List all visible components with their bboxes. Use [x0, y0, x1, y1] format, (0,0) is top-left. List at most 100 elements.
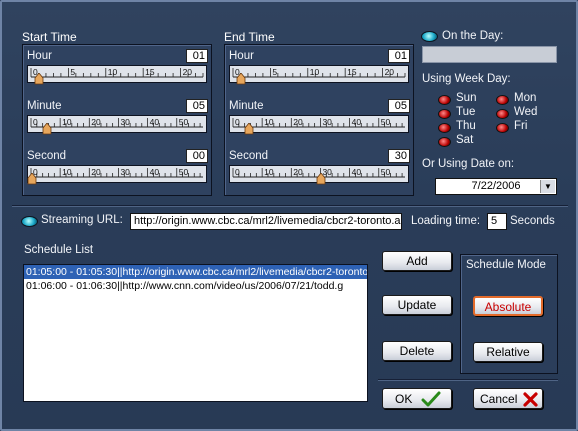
- date-label: Or Using Date on:: [422, 158, 515, 170]
- end-hour-slider[interactable]: 0 5 10 15 20: [229, 65, 409, 85]
- thu-label: Thu: [456, 120, 476, 132]
- fri-checkbox[interactable]: [496, 123, 509, 133]
- slider-tick-label: 40: [352, 167, 362, 177]
- slider-tick-label: 40: [150, 117, 160, 127]
- on-the-day-radio[interactable]: [421, 31, 438, 42]
- slider-tick-label: 5: [272, 67, 277, 77]
- start-second-value[interactable]: 00: [186, 149, 208, 163]
- start-hour-value[interactable]: 01: [186, 49, 208, 63]
- slider-tick-label: 30: [120, 117, 130, 127]
- start-minute-thumb[interactable]: [42, 123, 52, 135]
- sun-label: Sun: [456, 92, 477, 104]
- wed-checkbox[interactable]: [496, 109, 509, 119]
- update-button[interactable]: Update: [382, 295, 452, 315]
- slider-tick-label: 20: [183, 67, 193, 77]
- slider-tick-label: 40: [352, 117, 362, 127]
- end-minute-scale: 0 10 20 30 40 50: [232, 117, 405, 128]
- loading-time-input[interactable]: 5: [487, 213, 507, 230]
- ok-button[interactable]: OK: [382, 388, 452, 409]
- schedule-mode-title: Schedule Mode: [466, 259, 546, 271]
- slider-tick-label: 10: [62, 167, 72, 177]
- end-hour-value[interactable]: 01: [388, 49, 410, 63]
- sat-checkbox[interactable]: [438, 137, 451, 147]
- slider-tick-label: 50: [381, 117, 391, 127]
- schedule-list[interactable]: 01:05:00 - 01:05:30||http://origin.www.c…: [23, 264, 368, 402]
- slider-tick-label: 40: [150, 167, 160, 177]
- tue-label: Tue: [456, 106, 476, 118]
- chevron-down-icon[interactable]: ▼: [540, 180, 555, 193]
- slider-tick-label: 50: [381, 167, 391, 177]
- start-minute-value[interactable]: 05: [186, 99, 208, 113]
- add-button[interactable]: Add: [382, 251, 452, 271]
- date-picker[interactable]: 7/22/2006 ▼: [435, 178, 557, 195]
- end-minute-value[interactable]: 05: [388, 99, 410, 113]
- slider-tick-label: 15: [347, 67, 357, 77]
- cancel-label: Cancel: [480, 392, 518, 406]
- start-hour-slider[interactable]: 0 5 10 15 20: [27, 65, 207, 85]
- start-second-thumb[interactable]: [27, 173, 37, 185]
- week-day-label: Using Week Day:: [422, 73, 511, 85]
- start-second-slider[interactable]: 0 10 20 30 40 50: [27, 165, 207, 185]
- slider-tick-label: 10: [264, 117, 274, 127]
- tue-checkbox[interactable]: [438, 109, 451, 119]
- slider-tick-label: 10: [310, 67, 320, 77]
- end-second-slider[interactable]: 0 10 20 30 40 50: [229, 165, 409, 185]
- list-item[interactable]: 01:05:00 - 01:05:30||http://origin.www.c…: [24, 265, 367, 279]
- mon-label: Mon: [514, 92, 537, 104]
- start-minute-scale: 0 10 20 30 40 50: [30, 117, 203, 128]
- end-minute-label: Minute: [229, 100, 264, 112]
- end-minute-slider[interactable]: 0 10 20 30 40 50: [229, 115, 409, 135]
- loading-time-label: Loading time:: [411, 215, 481, 227]
- list-item[interactable]: 01:06:00 - 01:06:30||http://www.cnn.com/…: [24, 279, 367, 293]
- end-hour-thumb[interactable]: [236, 73, 246, 85]
- slider-tick-label: 20: [385, 67, 395, 77]
- slider-tick-label: 50: [179, 167, 189, 177]
- fri-label: Fri: [514, 120, 528, 132]
- start-hour-scale: 0 5 10 15 20: [30, 67, 204, 78]
- start-hour-label: Hour: [27, 50, 52, 62]
- slider-tick-label: 10: [264, 167, 274, 177]
- slider-tick-label: 50: [179, 117, 189, 127]
- start-second-scale: 0 10 20 30 40 50: [30, 167, 203, 178]
- slider-tick-label: 20: [91, 117, 101, 127]
- start-minute-slider[interactable]: 0 10 20 30 40 50: [27, 115, 207, 135]
- delete-button[interactable]: Delete: [382, 341, 452, 361]
- slider-tick-label: 15: [145, 67, 155, 77]
- end-hour-label: Hour: [229, 50, 254, 62]
- start-minute-label: Minute: [27, 100, 62, 112]
- on-the-day-field[interactable]: [422, 46, 557, 63]
- slider-tick-label: 30: [322, 117, 332, 127]
- slider-tick-label: 10: [108, 67, 118, 77]
- absolute-mode-button[interactable]: Absolute: [473, 296, 543, 316]
- slider-tick-label: 20: [293, 117, 303, 127]
- slider-tick-label: 0: [235, 167, 240, 177]
- checkmark-icon: [421, 391, 441, 407]
- thu-checkbox[interactable]: [438, 123, 451, 133]
- on-the-day-label: On the Day:: [442, 30, 504, 42]
- divider: [12, 205, 568, 207]
- start-second-label: Second: [27, 150, 67, 162]
- slider-tick-label: 0: [235, 117, 240, 127]
- slider-tick-label: 0: [33, 117, 38, 127]
- sun-checkbox[interactable]: [438, 95, 451, 105]
- date-value: 7/22/2006: [471, 180, 521, 192]
- streaming-radio[interactable]: [21, 216, 38, 227]
- start-hour-thumb[interactable]: [34, 73, 44, 85]
- end-second-value[interactable]: 30: [388, 149, 410, 163]
- schedule-dialog: Start Time Hour 01 0 5 10 15 20 Minute 05 01…: [0, 0, 578, 431]
- relative-mode-button[interactable]: Relative: [473, 342, 543, 362]
- mon-checkbox[interactable]: [496, 95, 509, 105]
- end-minute-thumb[interactable]: [244, 123, 254, 135]
- end-second-thumb[interactable]: [316, 173, 326, 185]
- wed-label: Wed: [514, 106, 538, 118]
- slider-tick-label: 30: [120, 167, 130, 177]
- streaming-url-input[interactable]: http://origin.www.cbc.ca/mrl2/livemedia/…: [130, 213, 402, 230]
- close-icon: [523, 392, 538, 407]
- cancel-button[interactable]: Cancel: [473, 388, 543, 409]
- slider-tick-label: 10: [62, 117, 72, 127]
- streaming-url-label: Streaming URL:: [41, 214, 123, 226]
- slider-tick-label: 5: [70, 67, 75, 77]
- slider-tick-label: 20: [91, 167, 101, 177]
- schedule-list-title: Schedule List: [24, 244, 94, 256]
- start-time-title: Start Time: [22, 30, 77, 44]
